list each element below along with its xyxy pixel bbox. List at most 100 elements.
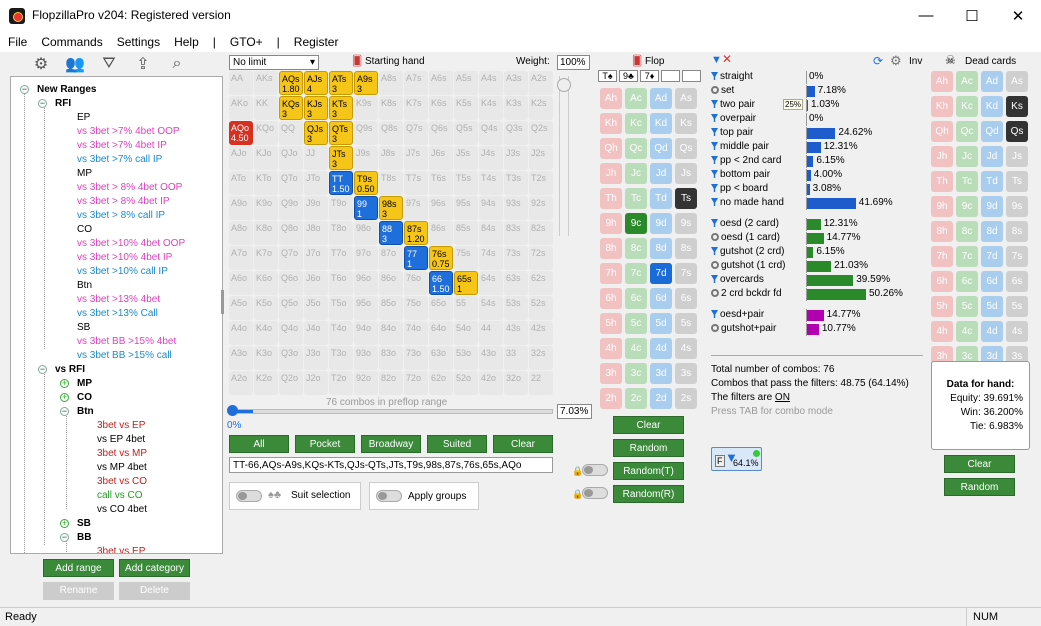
hand-cell-J4o[interactable]: J4o bbox=[304, 321, 328, 345]
hand-cell-K5o[interactable]: K5o bbox=[254, 296, 278, 320]
card-9c[interactable]: 9c bbox=[956, 196, 978, 217]
filter-icon[interactable] bbox=[711, 247, 718, 255]
card-8h[interactable]: 8h bbox=[600, 238, 622, 259]
card-Ac[interactable]: Ac bbox=[625, 88, 647, 109]
card-4c[interactable]: 4c bbox=[625, 338, 647, 359]
hand-cell-T2s[interactable]: T2s bbox=[529, 171, 553, 195]
card-Ah[interactable]: Ah bbox=[931, 71, 953, 92]
tree-item[interactable]: 3bet vs EP bbox=[97, 545, 145, 553]
filter-icon[interactable] bbox=[711, 128, 718, 136]
hand-cell-A2s[interactable]: A2s bbox=[529, 71, 553, 95]
hand-cell-43o[interactable]: 43o bbox=[479, 346, 503, 370]
splitter[interactable] bbox=[221, 290, 224, 314]
card-3h[interactable]: 3h bbox=[600, 363, 622, 384]
hand-cell-AQs[interactable]: AQs 1.80 bbox=[279, 71, 303, 95]
hand-cell-J5s[interactable]: J5s bbox=[454, 146, 478, 170]
hand-cell-K9o[interactable]: K9o bbox=[254, 196, 278, 220]
hand-cell-T7s[interactable]: T7s bbox=[404, 171, 428, 195]
menu-item-7[interactable]: Register bbox=[294, 35, 339, 49]
card-4d[interactable]: 4d bbox=[650, 338, 672, 359]
suit-selection-box[interactable]: ♠♣ Suit selection bbox=[229, 482, 361, 510]
hand-cell-J6s[interactable]: J6s bbox=[429, 146, 453, 170]
hand-cell-AJs[interactable]: AJs 4 bbox=[304, 71, 328, 95]
card-9d[interactable]: 9d bbox=[981, 196, 1003, 217]
stat-row[interactable]: set bbox=[711, 85, 734, 96]
card-Ad[interactable]: Ad bbox=[650, 88, 672, 109]
stat-row[interactable]: middle pair bbox=[711, 141, 769, 152]
hand-cell-44[interactable]: 44 bbox=[479, 321, 503, 345]
collapse-icon[interactable]: − bbox=[60, 407, 69, 416]
hand-cell-Q9s[interactable]: Q9s bbox=[354, 121, 378, 145]
card-2d[interactable]: 2d bbox=[650, 388, 672, 409]
filter-icon[interactable] bbox=[711, 184, 718, 192]
stat-row[interactable]: oesd+pair bbox=[711, 309, 764, 320]
tree-item[interactable]: vs 3bet >13% 4bet bbox=[77, 293, 160, 307]
tree-item[interactable]: vs 3bet >7% 4bet IP bbox=[77, 139, 167, 153]
tree-item[interactable]: vs 3bet > 8% 4bet OOP bbox=[77, 181, 182, 195]
tree-item[interactable]: vs 3bet >10% 4bet OOP bbox=[77, 237, 185, 251]
card-2h[interactable]: 2h bbox=[600, 388, 622, 409]
hand-cell-93o[interactable]: 93o bbox=[354, 346, 378, 370]
card-5c[interactable]: 5c bbox=[956, 296, 978, 317]
card-4h[interactable]: 4h bbox=[600, 338, 622, 359]
card-Kd[interactable]: Kd bbox=[981, 96, 1003, 117]
limit-select[interactable]: No limit ▾ bbox=[229, 55, 319, 70]
card-Td[interactable]: Td bbox=[650, 188, 672, 209]
card-7s[interactable]: 7s bbox=[675, 263, 697, 284]
hand-cell-Q2o[interactable]: Q2o bbox=[279, 371, 303, 395]
card-4d[interactable]: 4d bbox=[981, 321, 1003, 342]
hand-cell-T6s[interactable]: T6s bbox=[429, 171, 453, 195]
filter-add-icon[interactable]: ⛛ bbox=[98, 54, 120, 74]
card-5d[interactable]: 5d bbox=[650, 313, 672, 334]
tree-item[interactable]: vs 3bet >10% 4bet IP bbox=[77, 251, 172, 265]
hand-cell-K2o[interactable]: K2o bbox=[254, 371, 278, 395]
hand-cell-97s[interactable]: 97s bbox=[404, 196, 428, 220]
card-Th[interactable]: Th bbox=[931, 171, 953, 192]
hand-cell-K4s[interactable]: K4s bbox=[479, 96, 503, 120]
weight-slider-track[interactable] bbox=[559, 76, 569, 236]
expand-icon[interactable]: + bbox=[60, 379, 69, 388]
range-suited-button[interactable]: Suited bbox=[427, 435, 487, 453]
hand-cell-95o[interactable]: 95o bbox=[354, 296, 378, 320]
tree-item[interactable]: New Ranges bbox=[37, 83, 96, 97]
card-Qh[interactable]: Qh bbox=[600, 138, 622, 159]
flop-clear-button[interactable]: Clear bbox=[613, 416, 684, 434]
hand-cell-77[interactable]: 77 1 bbox=[404, 246, 428, 270]
add-range-button[interactable]: Add range bbox=[43, 559, 114, 577]
refresh-icon[interactable]: ⟳ bbox=[873, 54, 883, 68]
card-Qd[interactable]: Qd bbox=[650, 138, 672, 159]
stat-row[interactable]: 2 crd bckdr fd bbox=[711, 288, 782, 299]
weight-input[interactable]: 100% bbox=[557, 55, 590, 70]
card-Kh[interactable]: Kh bbox=[600, 113, 622, 134]
hand-cell-66[interactable]: 66 1.50 bbox=[429, 271, 453, 295]
card-Js[interactable]: Js bbox=[1006, 146, 1028, 167]
add-category-button[interactable]: Add category bbox=[119, 559, 190, 577]
hand-cell-A4o[interactable]: A4o bbox=[229, 321, 253, 345]
inv-gear-icon[interactable]: ⚙ bbox=[890, 53, 902, 69]
card-9d[interactable]: 9d bbox=[650, 213, 672, 234]
filter-icon[interactable] bbox=[711, 100, 718, 108]
tree-item[interactable]: 3bet vs EP bbox=[97, 419, 145, 433]
hand-cell-87o[interactable]: 87o bbox=[379, 246, 403, 270]
hand-cell-K7s[interactable]: K7s bbox=[404, 96, 428, 120]
hand-cell-QJs[interactable]: QJs 3 bbox=[304, 121, 328, 145]
card-Td[interactable]: Td bbox=[981, 171, 1003, 192]
card-Qc[interactable]: Qc bbox=[625, 138, 647, 159]
range-pct-input[interactable]: 7.03% bbox=[557, 404, 592, 419]
hand-cell-32s[interactable]: 32s bbox=[529, 346, 553, 370]
flop-slot[interactable]: T♠ bbox=[598, 70, 617, 82]
filter-icon[interactable] bbox=[711, 275, 718, 283]
stat-row[interactable]: top pair bbox=[711, 127, 753, 138]
hand-cell-92o[interactable]: 92o bbox=[354, 371, 378, 395]
hand-cell-Q7s[interactable]: Q7s bbox=[404, 121, 428, 145]
hand-cell-AKs[interactable]: AKs bbox=[254, 71, 278, 95]
stat-row[interactable]: gutshot+pair bbox=[711, 323, 776, 334]
card-9h[interactable]: 9h bbox=[931, 196, 953, 217]
card-Tc[interactable]: Tc bbox=[625, 188, 647, 209]
collapse-icon[interactable]: − bbox=[60, 533, 69, 542]
hand-cell-J2o[interactable]: J2o bbox=[304, 371, 328, 395]
hand-cell-Q6o[interactable]: Q6o bbox=[279, 271, 303, 295]
card-Qc[interactable]: Qc bbox=[956, 121, 978, 142]
hand-cell-A2o[interactable]: A2o bbox=[229, 371, 253, 395]
hand-cell-T8o[interactable]: T8o bbox=[329, 221, 353, 245]
